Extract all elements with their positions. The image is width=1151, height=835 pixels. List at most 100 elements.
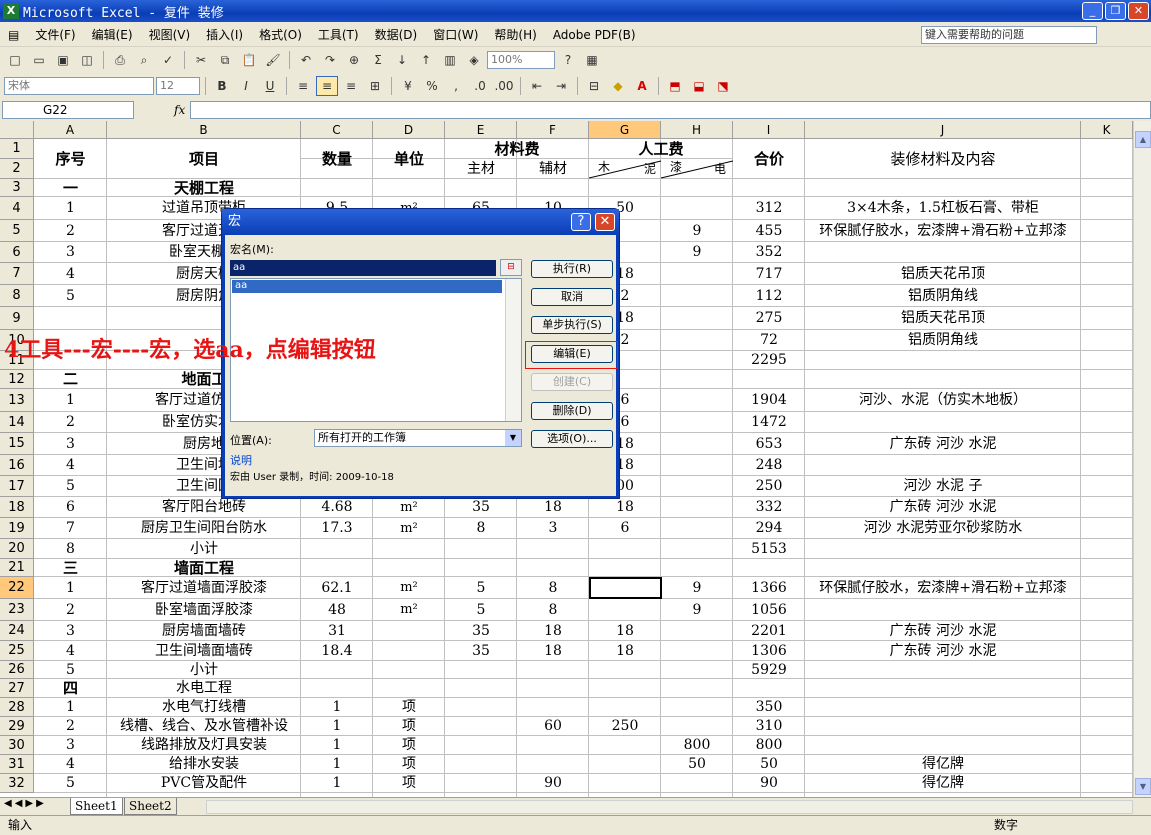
cell[interactable]: 8 — [445, 518, 517, 539]
column-header-c[interactable]: C — [301, 121, 373, 139]
column-header-g[interactable]: G — [589, 121, 661, 139]
cell[interactable]: 4 — [34, 263, 107, 285]
redo-icon[interactable]: ↷ — [319, 50, 341, 70]
row-header-7[interactable]: 7 — [0, 263, 34, 285]
cell[interactable]: 二 — [34, 370, 107, 389]
cell[interactable]: 275 — [733, 307, 805, 330]
create-button[interactable]: 创建(C) — [531, 373, 613, 391]
new-icon[interactable]: □ — [4, 50, 26, 70]
cell[interactable]: 项 — [373, 755, 445, 774]
cell[interactable]: 3 — [34, 736, 107, 755]
cell[interactable]: 广东砖 河沙 水泥 — [805, 621, 1081, 641]
row-header-30[interactable]: 30 — [0, 736, 34, 755]
align-left-icon[interactable]: ≡ — [292, 76, 314, 96]
column-header-j[interactable]: J — [805, 121, 1081, 139]
print-preview-icon[interactable]: ⌕ — [133, 50, 155, 70]
cell[interactable]: 3 — [34, 433, 107, 455]
save-icon[interactable]: ▣ — [52, 50, 74, 70]
cell[interactable]: m² — [373, 518, 445, 539]
cell[interactable]: 18 — [517, 621, 589, 641]
cell[interactable]: 8 — [517, 577, 589, 599]
cell[interactable]: 客厅过道墙面浮胶漆 — [107, 577, 301, 599]
cell[interactable]: 1904 — [733, 389, 805, 412]
cell[interactable]: 铝质阴角线 — [805, 330, 1081, 351]
macro-list-item[interactable]: aa — [232, 280, 502, 293]
drawing-icon[interactable]: ◈ — [463, 50, 485, 70]
decrease-indent-icon[interactable]: ⇤ — [526, 76, 548, 96]
cell[interactable]: 18 — [589, 497, 661, 518]
row-header-14[interactable]: 14 — [0, 412, 34, 433]
row-header-29[interactable]: 29 — [0, 717, 34, 736]
cell[interactable]: PVC管及配件 — [107, 774, 301, 793]
row-header-13[interactable]: 13 — [0, 389, 34, 412]
column-header-e[interactable]: E — [445, 121, 517, 139]
row-header-28[interactable]: 28 — [0, 698, 34, 717]
cell[interactable]: 数量 — [301, 139, 373, 179]
cell[interactable]: 18 — [517, 641, 589, 661]
cell[interactable]: 卫生间墙面墙砖 — [107, 641, 301, 661]
cell[interactable]: 112 — [733, 285, 805, 307]
location-select[interactable]: 所有打开的工作簿 ▼ — [314, 429, 522, 447]
menu-data[interactable]: 数据(D) — [367, 26, 426, 43]
autosum-icon[interactable]: Σ — [367, 50, 389, 70]
cell[interactable]: 环保腻仔胶水，宏漆牌+滑石粉+立邦漆 — [805, 577, 1081, 599]
cell[interactable]: 广东砖 河沙 水泥 — [805, 433, 1081, 455]
row-header-8[interactable]: 8 — [0, 285, 34, 307]
cell[interactable]: 5929 — [733, 661, 805, 679]
cell[interactable]: 5153 — [733, 539, 805, 559]
cell[interactable]: 厨房墙面墙砖 — [107, 621, 301, 641]
insert-function-icon[interactable]: fx — [174, 103, 185, 117]
cell[interactable]: 1472 — [733, 412, 805, 433]
cell[interactable]: 352 — [733, 242, 805, 263]
cell[interactable]: 18 — [517, 497, 589, 518]
cell[interactable]: 三 — [34, 559, 107, 577]
cell[interactable]: 5 — [34, 661, 107, 679]
formula-input[interactable] — [190, 101, 1151, 119]
cell[interactable]: 60 — [517, 717, 589, 736]
cell[interactable]: 项目 — [107, 139, 301, 179]
chart-icon[interactable]: ▥ — [439, 50, 461, 70]
help-icon[interactable]: ? — [571, 213, 591, 231]
cell[interactable]: 18 — [589, 641, 661, 661]
cell[interactable]: 5 — [445, 577, 517, 599]
italic-icon[interactable]: I — [235, 76, 257, 96]
currency-icon[interactable]: ¥ — [397, 76, 419, 96]
step-into-button[interactable]: 单步执行(S) — [531, 316, 613, 334]
column-header-a[interactable]: A — [34, 121, 107, 139]
column-header-h[interactable]: H — [661, 121, 733, 139]
row-header-18[interactable]: 18 — [0, 497, 34, 518]
cell[interactable]: 50 — [733, 755, 805, 774]
cell[interactable]: 环保腻仔胶水，宏漆牌+滑石粉+立邦漆 — [805, 220, 1081, 242]
cell[interactable]: 线路排放及灯具安装 — [107, 736, 301, 755]
comma-icon[interactable]: , — [445, 76, 467, 96]
cell[interactable]: 水电工程 — [107, 679, 301, 698]
cell[interactable]: 4.68 — [301, 497, 373, 518]
cell[interactable]: 312 — [733, 197, 805, 220]
menu-edit[interactable]: 编辑(E) — [84, 26, 141, 43]
row-header-15[interactable]: 15 — [0, 433, 34, 455]
open-icon[interactable]: ▭ — [28, 50, 50, 70]
cell[interactable]: 墙面工程 — [107, 559, 301, 577]
cell[interactable]: 18.4 — [301, 641, 373, 661]
menu-file[interactable]: 文件(F) — [27, 26, 83, 43]
font-size-dropdown[interactable]: 12 — [156, 77, 200, 95]
active-cell-g22[interactable] — [589, 577, 662, 599]
row-header-24[interactable]: 24 — [0, 621, 34, 641]
cell[interactable]: 辅材 — [517, 159, 589, 179]
spelling-icon[interactable]: ✓ — [157, 50, 179, 70]
horizontal-scrollbar[interactable] — [206, 800, 1133, 814]
cell[interactable]: 332 — [733, 497, 805, 518]
cell[interactable]: 4 — [34, 755, 107, 774]
delete-button[interactable]: 删除(D) — [531, 402, 613, 420]
row-header-4[interactable]: 4 — [0, 197, 34, 220]
cell[interactable]: 90 — [733, 774, 805, 793]
cell[interactable]: 6 — [34, 497, 107, 518]
cell[interactable]: 1 — [301, 755, 373, 774]
cell[interactable]: 主材 — [445, 159, 517, 179]
row-header-9[interactable]: 9 — [0, 307, 34, 330]
align-center-icon[interactable]: ≡ — [316, 76, 338, 96]
cell[interactable]: 310 — [733, 717, 805, 736]
cell[interactable]: 3 — [34, 621, 107, 641]
cell[interactable]: 248 — [733, 455, 805, 476]
row-header-31[interactable]: 31 — [0, 755, 34, 774]
